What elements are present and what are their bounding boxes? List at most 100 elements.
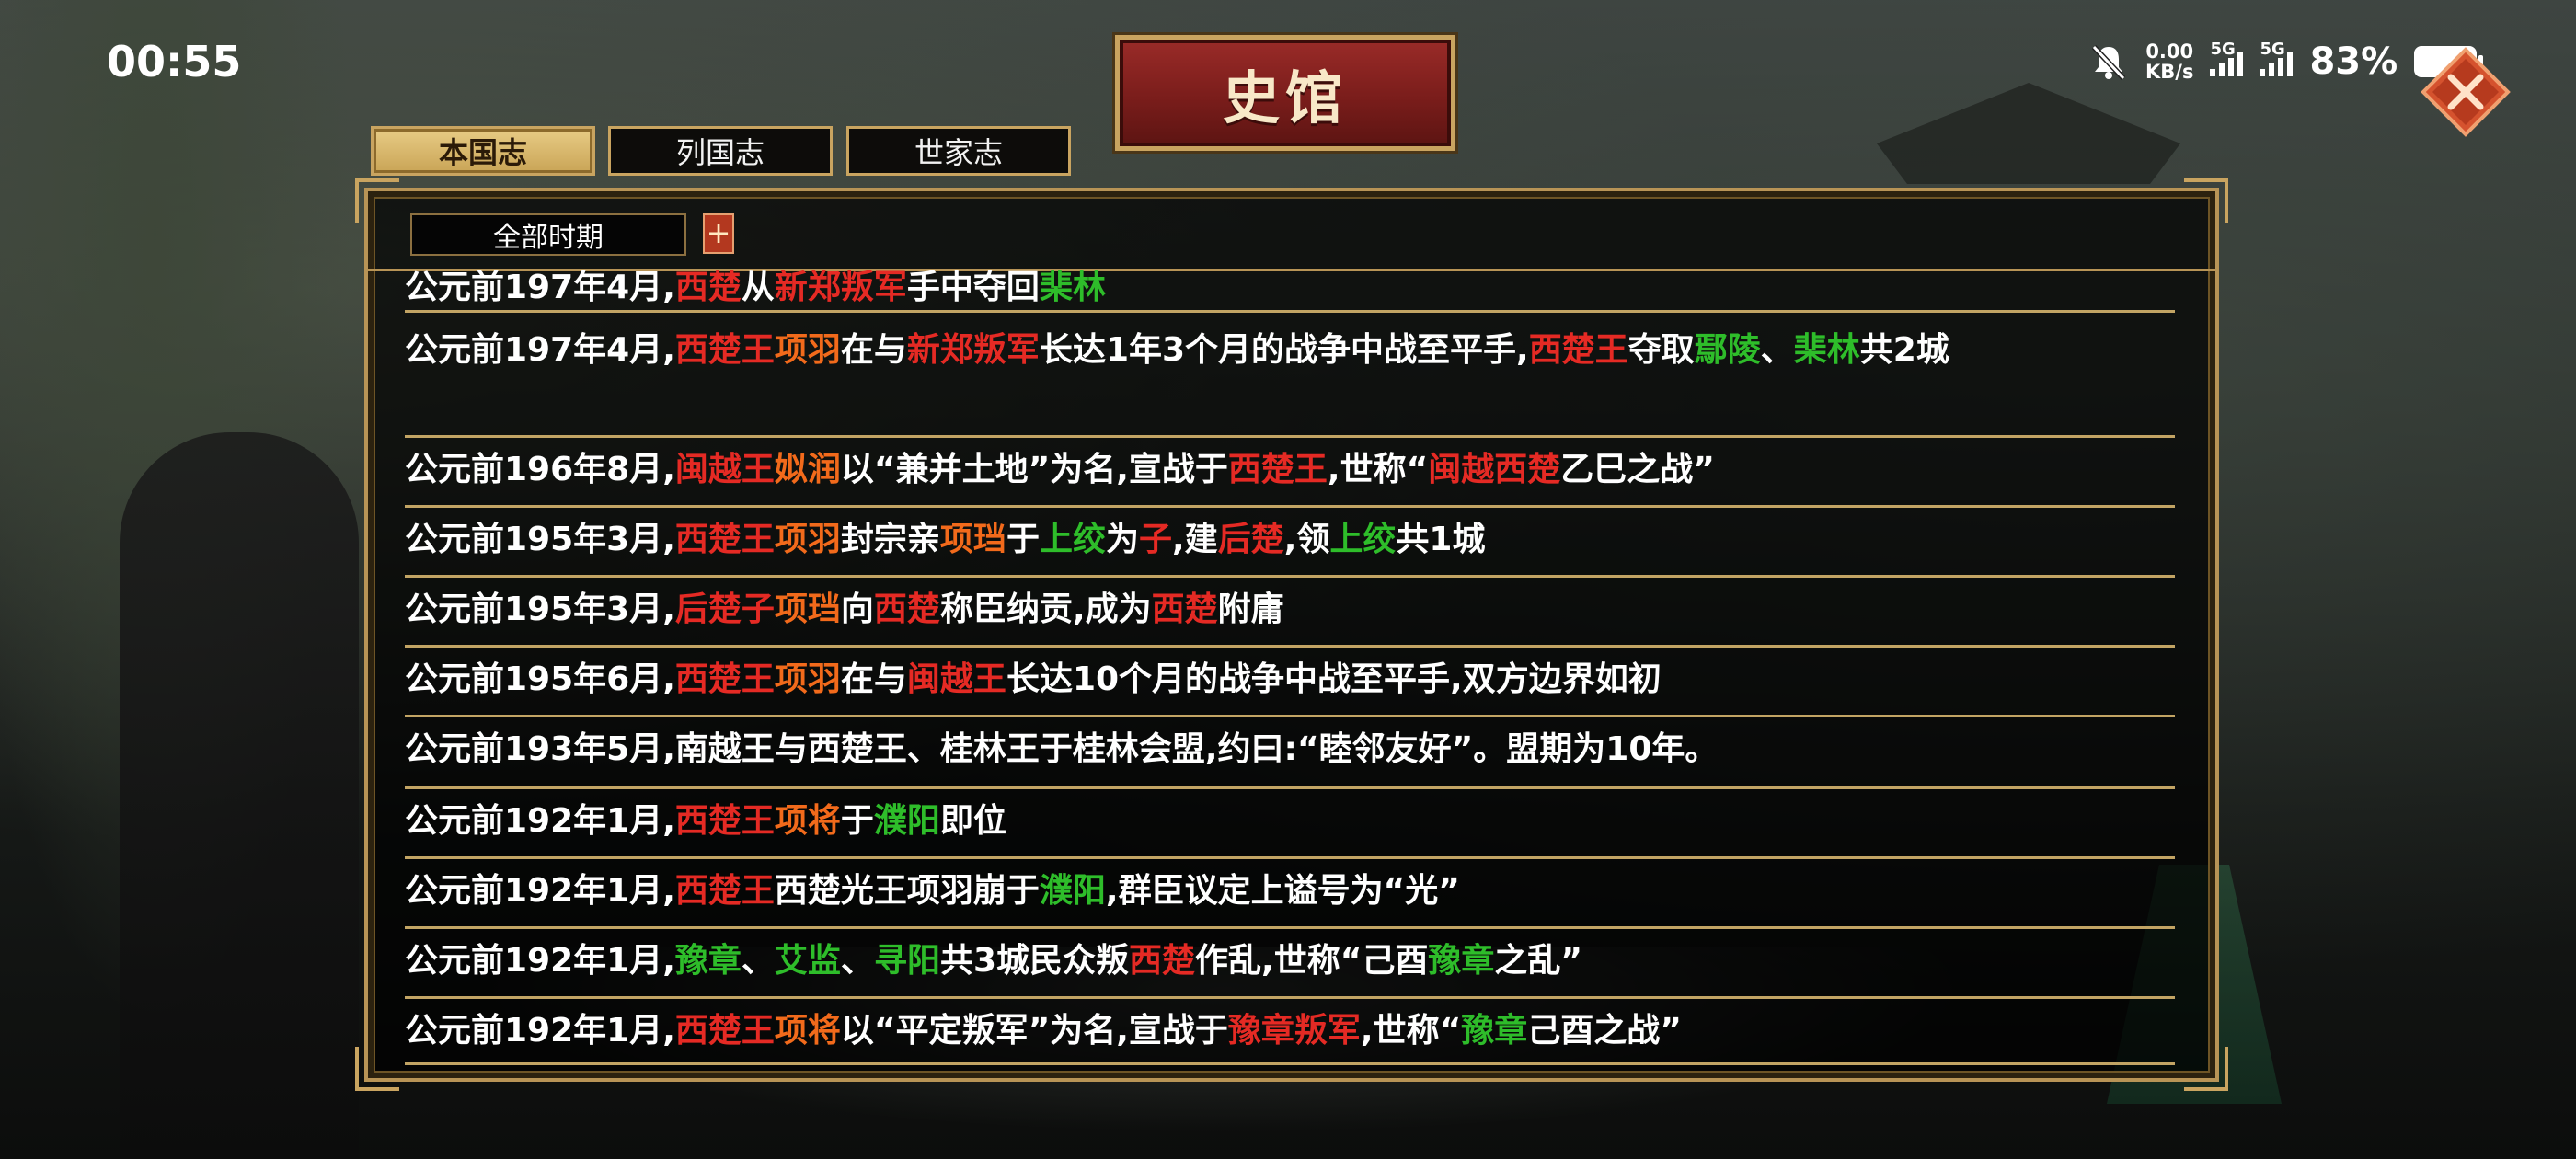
history-entry-text: 公元前195年3月,西楚王项羽封宗亲项珰于上绞为子,建后楚,领上绞共1城 <box>405 513 2175 567</box>
entry-segment: 上绞 <box>1039 521 1106 558</box>
entry-segment: 豫章 <box>1461 1012 1528 1050</box>
entry-segment: 长达1年3个月的战争中战至平手, <box>1039 331 1529 369</box>
battery-percent: 83% <box>2309 40 2398 83</box>
entry-segment: 在与 <box>840 331 907 369</box>
history-entry: 公元前197年4月,西楚从新郑叛军手中夺回棐林 <box>405 270 2175 313</box>
entry-segment: 西楚 <box>1129 942 1196 980</box>
entry-segment: 西楚 <box>1151 591 1218 628</box>
entry-segment: 公元前197年4月, <box>405 270 675 306</box>
history-entry-text: 公元前197年4月,西楚从新郑叛军手中夺回棐林 <box>405 270 2175 315</box>
entry-segment: 西楚王 <box>674 872 775 910</box>
entry-segment: 项珰 <box>939 521 1006 558</box>
entry-segment: 豫章 <box>1428 942 1495 980</box>
entry-segment: ,领 <box>1283 521 1330 558</box>
title-banner: 史馆 <box>1115 35 1455 151</box>
entry-segment: 濮阳 <box>873 802 940 840</box>
entry-segment: 长达10个月的战争中战至平手,双方边界如初 <box>1006 660 1662 698</box>
mute-bell-icon <box>2091 44 2126 81</box>
entry-segment: 豫章叛军 <box>1227 1012 1361 1050</box>
entry-segment: 项羽 <box>774 331 841 369</box>
entry-segment: 西楚王 <box>674 1012 775 1050</box>
entry-segment: 豫章 <box>674 942 742 980</box>
entry-segment: 共3城民众叛 <box>939 942 1130 980</box>
history-entry-text: 公元前192年1月,西楚王西楚光王项羽崩于濮阳,群臣议定上谥号为“光” <box>405 865 2175 918</box>
entry-segment: 向 <box>840 591 874 628</box>
entry-segment: 夺取 <box>1627 331 1695 369</box>
entry-segment: 公元前195年3月, <box>405 521 675 558</box>
entry-segment: 公元前196年8月, <box>405 451 675 488</box>
signal-1-label: 5G <box>2210 40 2236 59</box>
entry-segment: 子 <box>1138 521 1172 558</box>
history-entry: 公元前192年1月,豫章、艾监、寻阳共3城民众叛西楚作乱,世称“己酉豫章之乱” <box>405 935 2175 999</box>
history-panel: 全部时期 + 公元前197年4月,西楚从新郑叛军手中夺回棐林 公元前197年4月,… <box>355 178 2228 1091</box>
entry-segment: 项珰 <box>774 591 841 628</box>
period-dropdown[interactable]: 全部时期 <box>410 213 686 256</box>
history-entry-text: 公元前192年1月,豫章、艾监、寻阳共3城民众叛西楚作乱,世称“己酉豫章之乱” <box>405 935 2175 988</box>
entry-segment: 公元前192年1月, <box>405 802 675 840</box>
entry-segment: 公元前192年1月, <box>405 872 675 910</box>
entry-segment: 公元前192年1月, <box>405 942 675 980</box>
entry-segment: ,世称“ <box>1360 1012 1462 1050</box>
entry-segment: 己酉之战” <box>1527 1012 1682 1050</box>
entry-segment: 共2城 <box>1859 331 1949 369</box>
entry-segment: 寻阳 <box>873 942 940 980</box>
tab-families-annals[interactable]: 世家志 <box>846 126 1071 176</box>
history-entry: 公元前195年3月,后楚子项珰向西楚称臣纳贡,成为西楚附庸 <box>405 583 2175 648</box>
history-entry: 公元前192年1月,西楚王项将以“平定叛军”为名,宣战于豫章叛军,世称“豫章己酉… <box>405 1004 2175 1065</box>
status-indicators: 0.00 KB/s 5G 5G 83% <box>2088 39 2484 85</box>
entry-segment: 于 <box>1006 521 1040 558</box>
net-speed: 0.00 KB/s <box>2145 41 2193 82</box>
entry-segment: ,建 <box>1172 521 1218 558</box>
background-figure <box>120 432 359 1159</box>
history-entry: 公元前192年1月,西楚王项将于濮阳即位 <box>405 795 2175 859</box>
entry-segment: 鄢陵 <box>1694 331 1761 369</box>
background-building <box>1877 83 2180 184</box>
entry-segment: 乙巳之战” <box>1560 451 1715 488</box>
entry-segment: 共1城 <box>1396 521 1486 558</box>
entry-segment: 后楚子 <box>674 591 775 628</box>
expand-filter-button[interactable]: + <box>703 213 734 254</box>
entry-segment: 附庸 <box>1217 591 1284 628</box>
history-entry: 公元前196年8月,闽越王姒润以“兼并土地”为名,宣战于西楚王,世称“闽越西楚乙… <box>405 443 2175 508</box>
history-entry: 公元前192年1月,西楚王西楚光王项羽崩于濮阳,群臣议定上谥号为“光” <box>405 865 2175 929</box>
history-entry-text: 公元前195年6月,西楚王项羽在与闽越王长达10个月的战争中战至平手,双方边界如… <box>405 653 2175 706</box>
entry-segment: 项羽 <box>774 521 841 558</box>
tab-domestic-annals[interactable]: 本国志 <box>371 126 595 176</box>
entry-segment: 西楚王 <box>674 521 775 558</box>
entry-segment: 公元前195年3月, <box>405 591 675 628</box>
entry-segment: 西楚 <box>674 270 742 306</box>
entry-segment: 从 <box>741 270 775 306</box>
entry-segment: 即位 <box>939 802 1006 840</box>
entry-segment: 姒润 <box>774 451 841 488</box>
entry-segment: 以“平定叛军”为名,宣战于 <box>840 1012 1228 1050</box>
entry-segment: 西楚王 <box>674 802 775 840</box>
tab-states-annals[interactable]: 列国志 <box>608 126 833 176</box>
entry-segment: 上绞 <box>1329 521 1397 558</box>
history-list[interactable]: 公元前197年4月,西楚从新郑叛军手中夺回棐林 公元前197年4月,西楚王项羽在与… <box>405 270 2175 1074</box>
close-icon[interactable] <box>2420 46 2512 138</box>
entry-segment: 、 <box>1760 331 1794 369</box>
entry-segment: 、 <box>840 942 874 980</box>
entry-segment: 公元前195年6月, <box>405 660 675 698</box>
history-entry-text: 公元前193年5月,南越王与西楚王、桂林王于桂林会盟,约曰:“睦邻友好”。盟期为… <box>405 723 2175 776</box>
entry-segment: 闽越 <box>1428 451 1495 488</box>
entry-segment: 闽越王 <box>674 451 775 488</box>
entry-segment: 西楚王 <box>1528 331 1628 369</box>
history-entry-text: 公元前192年1月,西楚王项将以“平定叛军”为名,宣战于豫章叛军,世称“豫章己酉… <box>405 1004 2175 1058</box>
history-entry: 公元前195年3月,西楚王项羽封宗亲项珰于上绞为子,建后楚,领上绞共1城 <box>405 513 2175 578</box>
corner-ornament <box>2184 1047 2228 1091</box>
entry-segment: 、 <box>741 942 775 980</box>
entry-segment: 新郑叛军 <box>774 270 907 306</box>
entry-segment: 为 <box>1105 521 1139 558</box>
entry-segment: 手中夺回 <box>906 270 1040 306</box>
entry-segment: 公元前197年4月, <box>405 331 675 369</box>
entry-segment: 濮阳 <box>1039 872 1106 910</box>
entry-segment: 以“兼并土地”为名,宣战于 <box>840 451 1228 488</box>
entry-segment: 艾监 <box>774 942 841 980</box>
entry-segment: 称臣纳贡,成为 <box>939 591 1152 628</box>
history-entry-text: 公元前192年1月,西楚王项将于濮阳即位 <box>405 795 2175 848</box>
history-entry-text: 公元前195年3月,后楚子项珰向西楚称臣纳贡,成为西楚附庸 <box>405 583 2175 637</box>
status-time: 00:55 <box>107 37 242 86</box>
entry-segment: ,群臣议定上谥号为“光” <box>1105 872 1460 910</box>
entry-segment: 之乱” <box>1494 942 1583 980</box>
